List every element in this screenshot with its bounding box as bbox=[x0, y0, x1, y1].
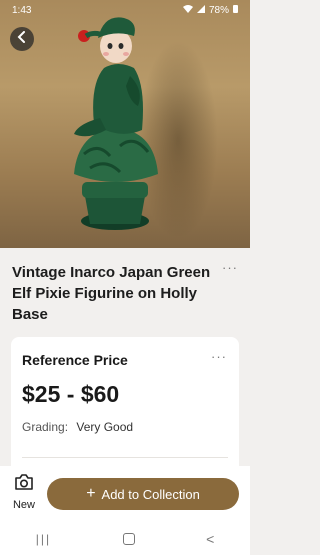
battery-percent: 78% bbox=[208, 4, 229, 16]
battery-icon bbox=[233, 4, 238, 16]
home-icon[interactable] bbox=[122, 532, 135, 545]
price-more-menu-icon[interactable]: ··· bbox=[211, 349, 227, 364]
system-nav-bar: ||| < bbox=[0, 522, 250, 555]
price-range: $25 - $60 bbox=[22, 381, 120, 407]
back-button[interactable] bbox=[10, 27, 34, 51]
elf-figurine-image bbox=[74, 17, 158, 230]
grading-value: Very Good bbox=[76, 420, 134, 434]
card-divider bbox=[22, 457, 228, 458]
grading-row: Grading: Very Good bbox=[22, 420, 133, 434]
plus-icon: + bbox=[86, 485, 96, 502]
chevron-left-icon bbox=[17, 30, 27, 48]
add-to-collection-button[interactable]: + Add to Collection bbox=[47, 478, 239, 510]
item-title: Vintage Inarco Japan Green Elf Pixie Fig… bbox=[12, 264, 211, 323]
new-scan-button[interactable]: New bbox=[8, 474, 40, 518]
wifi-icon bbox=[182, 4, 193, 16]
bottom-action-bar: New + Add to Collection bbox=[0, 466, 250, 522]
grading-label: Grading: bbox=[22, 420, 69, 434]
reference-price-card: Reference Price ··· $25 - $60 Grading: V… bbox=[11, 337, 239, 477]
recent-apps-icon[interactable]: ||| bbox=[36, 532, 51, 546]
add-to-collection-label: Add to Collection bbox=[101, 486, 200, 502]
item-photo[interactable]: 1:43 78% bbox=[0, 0, 250, 248]
new-label: New bbox=[12, 499, 35, 511]
title-section: Vintage Inarco Japan Green Elf Pixie Fig… bbox=[0, 248, 250, 330]
status-bar: 1:43 78% bbox=[0, 0, 250, 20]
nav-back-icon[interactable]: < bbox=[206, 531, 214, 547]
reference-price-heading: Reference Price bbox=[22, 352, 128, 368]
item-more-menu-icon[interactable]: ··· bbox=[222, 260, 238, 275]
signal-icon bbox=[196, 4, 205, 16]
camera-icon bbox=[14, 474, 34, 496]
status-time: 1:43 bbox=[12, 4, 32, 16]
